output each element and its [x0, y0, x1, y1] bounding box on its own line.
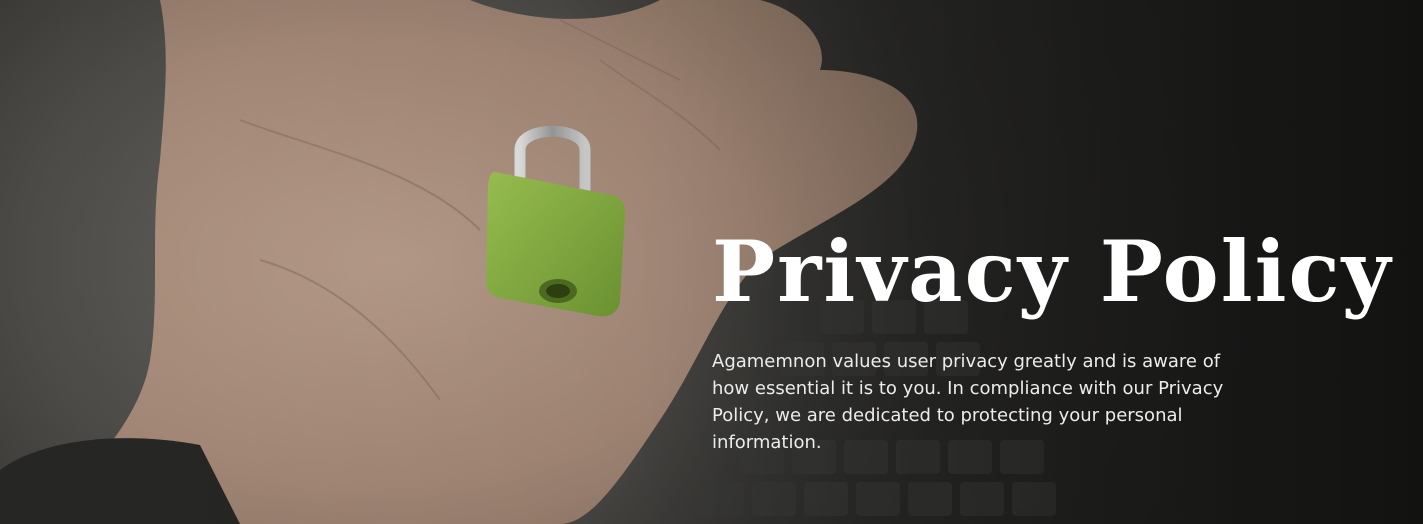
hero-banner: Privacy Policy Agamemnon values user pri… — [0, 0, 1423, 524]
page-title: Privacy Policy — [712, 222, 1393, 321]
hero-description: Agamemnon values user privacy greatly an… — [712, 351, 1224, 453]
hero-content: Privacy Policy Agamemnon values user pri… — [712, 222, 1402, 456]
